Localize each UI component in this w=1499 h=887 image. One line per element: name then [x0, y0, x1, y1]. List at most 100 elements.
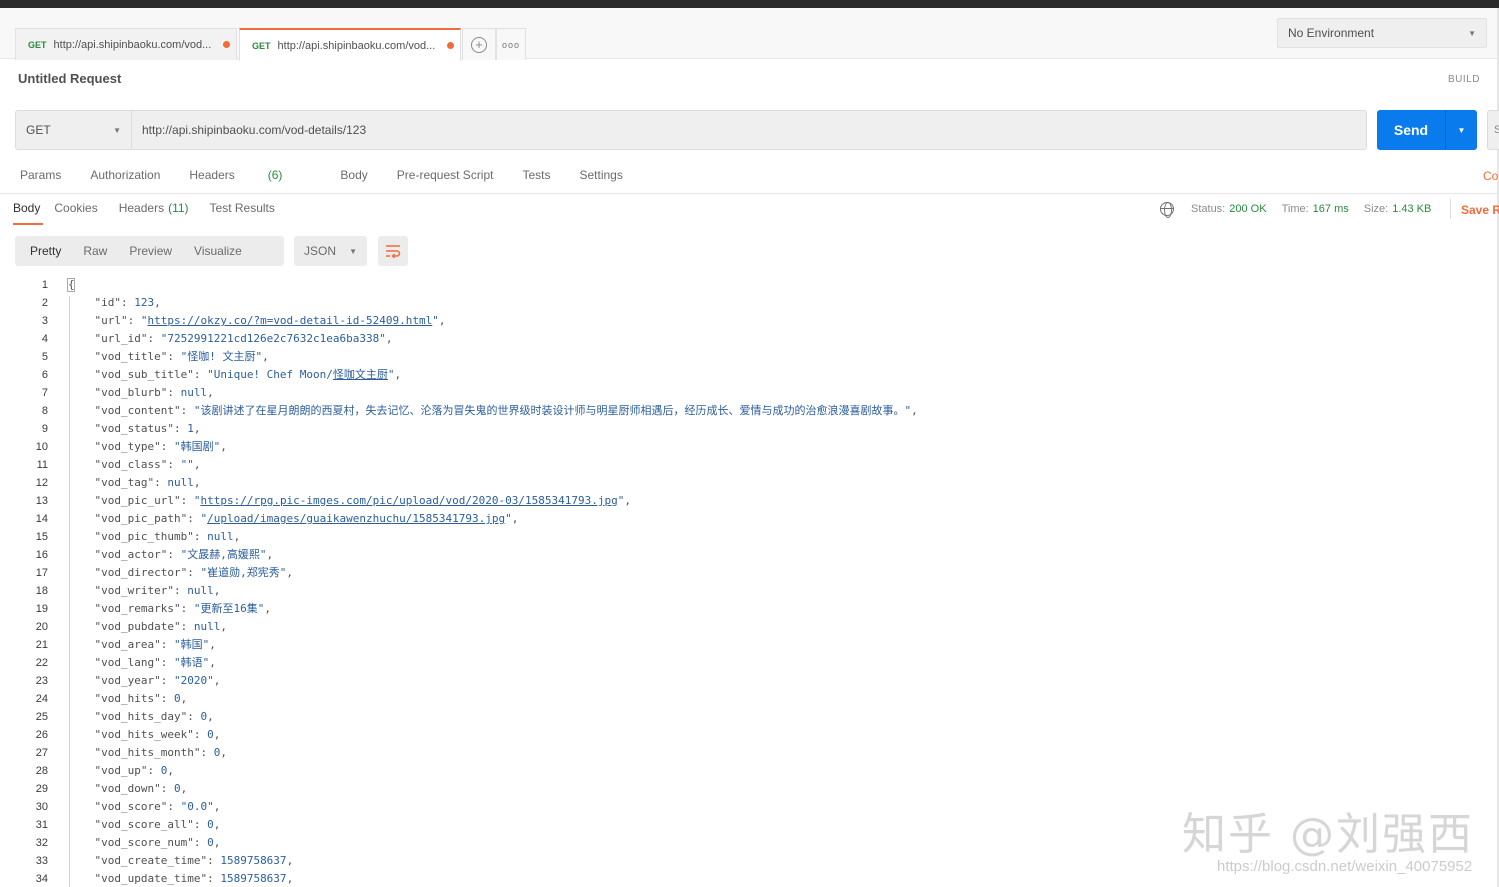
line-number: 21 — [35, 639, 48, 651]
fold-marker[interactable] — [67, 278, 75, 292]
view-preview-button[interactable]: Preview — [118, 244, 183, 258]
line-number: 20 — [35, 621, 48, 633]
json-value: " — [387, 368, 395, 381]
json-link[interactable]: 怪咖文主厨 — [333, 368, 388, 381]
response-tab-body[interactable]: Body — [13, 201, 44, 225]
line-source: "vod_pubdate": null, — [68, 618, 226, 636]
line-number: 1 — [41, 279, 48, 291]
line-source: "vod_score_num": 0, — [68, 834, 220, 852]
ellipsis-icon: ooo — [501, 39, 521, 50]
json-key: , — [207, 386, 214, 399]
line-number: 18 — [35, 585, 48, 597]
json-link[interactable]: https://okzy.co/?m=vod-detail-id-52409.h… — [147, 314, 432, 327]
tab-authorization[interactable]: Authorization — [90, 168, 160, 182]
section-divider — [0, 193, 1497, 194]
json-value: "韩语" — [173, 656, 210, 669]
line-number: 19 — [35, 603, 48, 615]
json-value: null — [180, 386, 208, 399]
json-link[interactable]: https://rpg.pic-imges.com/pic/upload/vod… — [200, 494, 617, 507]
environment-select[interactable]: No Environment ▼ — [1277, 18, 1487, 48]
globe-icon[interactable] — [1160, 202, 1174, 218]
tab-settings[interactable]: Settings — [580, 168, 623, 182]
window-top-bar — [0, 0, 1499, 8]
tab-headers-label: Headers — [189, 168, 235, 182]
response-headers-count-badge: (11) — [168, 201, 189, 215]
line-source: "vod_tag": null, — [68, 474, 200, 492]
code-line: 26 "vod_hits_week": 0, — [0, 726, 1497, 744]
line-source: "vod_lang": "韩语", — [68, 654, 215, 672]
line-source: "vod_writer": null, — [68, 582, 220, 600]
size-stat[interactable]: Size: 1.43 KB — [1364, 203, 1432, 215]
response-tab-cookies[interactable]: Cookies — [54, 201, 97, 225]
response-tab-test-results[interactable]: Test Results — [210, 201, 275, 225]
line-number: 27 — [35, 747, 48, 759]
line-number: 16 — [35, 549, 48, 561]
json-value: "崔道勋,郑宪秀" — [200, 566, 287, 579]
view-raw-button[interactable]: Raw — [72, 244, 118, 258]
json-key: "vod_hits_week": — [68, 728, 208, 741]
json-key: "vod_class": — [68, 458, 181, 471]
json-key: "vod_hits_month": — [68, 746, 214, 759]
json-link[interactable]: /upload/images/guaikawenzhuchu/158534179… — [207, 512, 505, 525]
unsaved-dot-icon — [223, 41, 230, 48]
line-source: "vod_pic_url": "https://rpg.pic-imges.co… — [68, 492, 630, 510]
code-line: 5 "vod_title": "怪咖! 文主厨", — [0, 348, 1497, 366]
code-line: 29 "vod_down": 0, — [0, 780, 1497, 798]
save-response-button[interactable]: Save R — [1461, 203, 1499, 217]
save-button[interactable]: S — [1487, 110, 1499, 150]
send-button[interactable]: Send — [1377, 110, 1445, 150]
request-tab-2[interactable]: GET http://api.shipinbaoku.com/vod... — [239, 28, 461, 61]
tab-options-button[interactable]: ooo — [496, 28, 526, 60]
line-number: 34 — [35, 873, 48, 885]
json-key: , — [180, 692, 188, 705]
line-source: "vod_hits_day": 0, — [68, 708, 214, 726]
json-key: , — [213, 728, 221, 741]
wrap-lines-button[interactable] — [378, 236, 408, 266]
line-source: "vod_update_time": 1589758637, — [68, 870, 293, 887]
tab-prerequest-script[interactable]: Pre-request Script — [397, 168, 494, 182]
build-mode-label[interactable]: BUILD — [1448, 74, 1480, 85]
json-key: , — [180, 782, 188, 795]
headers-count-badge: (6) — [267, 168, 283, 182]
code-line: 14 "vod_pic_path": "/upload/images/guaik… — [0, 510, 1497, 528]
json-key: , — [207, 710, 214, 723]
json-value: "韩国剧" — [173, 440, 221, 453]
json-value: "" — [180, 458, 194, 471]
time-stat[interactable]: Time: 167 ms — [1282, 203, 1349, 215]
line-source: "vod_up": 0, — [68, 762, 173, 780]
code-line: 15 "vod_pic_thumb": null, — [0, 528, 1497, 546]
code-line: 28 "vod_up": 0, — [0, 762, 1497, 780]
request-tab-1[interactable]: GET http://api.shipinbaoku.com/vod... — [15, 28, 237, 60]
json-key: "vod_pic_thumb": — [68, 530, 208, 543]
new-tab-button[interactable]: + — [462, 28, 496, 60]
tab-headers[interactable]: Headers (6) — [189, 168, 311, 182]
method-select[interactable]: GET ▼ — [16, 111, 132, 149]
cookies-link[interactable]: Co — [1483, 169, 1498, 183]
response-tab-headers[interactable]: Headers (11) — [119, 201, 189, 225]
tab-tests[interactable]: Tests — [522, 168, 550, 182]
code-line: 27 "vod_hits_month": 0, — [0, 744, 1497, 762]
status-stat[interactable]: Status: 200 OK — [1191, 203, 1267, 215]
tab-params[interactable]: Params — [20, 168, 61, 182]
response-tabs: Body Cookies Headers (11) Test Results — [13, 201, 296, 225]
json-key: , — [154, 296, 161, 309]
view-visualize-button[interactable]: Visualize — [183, 244, 253, 258]
line-number: 26 — [35, 729, 48, 741]
format-select[interactable]: JSON ▼ — [294, 236, 367, 266]
line-number: 22 — [35, 657, 48, 669]
code-line: 16 "vod_actor": "文晸赫,高媛熙", — [0, 546, 1497, 564]
json-key: "vod_up": — [68, 764, 161, 777]
environment-label: No Environment — [1288, 26, 1375, 40]
request-title[interactable]: Untitled Request — [18, 71, 121, 86]
send-options-button[interactable]: ▼ — [1445, 110, 1477, 150]
json-key: "vod_score": — [68, 800, 181, 813]
tab-body[interactable]: Body — [340, 168, 367, 182]
status-label: Status: — [1191, 203, 1226, 215]
url-input[interactable] — [132, 111, 1366, 149]
json-value: 1 — [187, 422, 194, 435]
json-key: , — [220, 746, 227, 759]
line-source: "vod_blurb": null, — [68, 384, 214, 402]
code-line: 6 "vod_sub_title": "Unique! Chef Moon/怪咖… — [0, 366, 1497, 384]
view-pretty-button[interactable]: Pretty — [15, 244, 72, 258]
response-body-code[interactable]: 1{2 "id": 123, 3 "url": "https://okzy.co/… — [0, 276, 1497, 887]
